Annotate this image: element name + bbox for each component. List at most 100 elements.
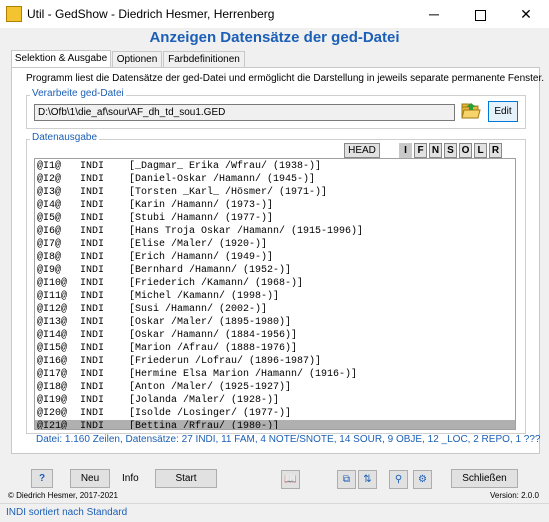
record-id: @I11@ xyxy=(37,291,68,302)
record-type: INDI xyxy=(80,356,105,367)
record-id: @I9@ xyxy=(37,265,62,276)
list-item[interactable]: @I6@ INDI [Hans Troja Oskar /Hamann/ (1915… xyxy=(35,225,515,238)
sort-az-icon[interactable]: ⇅ xyxy=(358,470,377,489)
filter-button-o[interactable]: O xyxy=(459,143,472,158)
record-id: @I20@ xyxy=(37,408,68,419)
list-item[interactable]: @I4@ INDI [Karin /Hamann/ (1973-)] xyxy=(35,199,515,212)
record-name: [Anton /Maler/ (1925-1927)] xyxy=(129,382,292,393)
close-button[interactable]: Schließen xyxy=(451,469,518,488)
record-name: [Elise /Maler/ (1920-)] xyxy=(129,239,268,250)
help-button[interactable]: ? xyxy=(31,469,53,488)
record-name: [Susi /Hamann/ (2002-)] xyxy=(129,304,268,315)
record-name: [Torsten _Karl_ /Hösmer/ (1971-)] xyxy=(129,187,328,198)
filter-button-l[interactable]: L xyxy=(474,143,487,158)
status-text: INDI sortiert nach Standard xyxy=(6,507,128,518)
list-item[interactable]: @I8@ INDI [Erich /Hamann/ (1949-)] xyxy=(35,251,515,264)
list-item[interactable]: @I3@ INDI [Torsten _Karl_ /Hösmer/ (1971-)… xyxy=(35,186,515,199)
record-name: [Michel /Kamann/ (1998-)] xyxy=(129,291,280,302)
book-icon[interactable]: 📖 xyxy=(281,470,300,489)
list-item[interactable]: @I21@ INDI [Bettina /Rfrau/ (1980-)] xyxy=(35,420,515,430)
info-label[interactable]: Info xyxy=(122,473,139,484)
record-name: [Isolde /Losinger/ (1977-)] xyxy=(129,408,292,419)
output-group-label: Datenausgabe xyxy=(30,132,100,143)
start-button[interactable]: Start xyxy=(155,469,217,488)
record-name: [Jolanda /Maler/ (1928-)] xyxy=(129,395,280,406)
list-item[interactable]: @I2@ INDI [Daniel-Oskar /Hamann/ (1945-)] xyxy=(35,173,515,186)
list-item[interactable]: @I18@ INDI [Anton /Maler/ (1925-1927)] xyxy=(35,381,515,394)
status-bar: INDI sortiert nach Standard xyxy=(0,503,549,522)
record-type: INDI xyxy=(80,278,105,289)
list-item[interactable]: @I11@ INDI [Michel /Kamann/ (1998-)] xyxy=(35,290,515,303)
tab-selektion[interactable]: Selektion & Ausgabe xyxy=(11,50,111,68)
list-item[interactable]: @I10@ INDI [Friederich /Kamann/ (1968-)] xyxy=(35,277,515,290)
title-bar: Util - GedShow - Diedrich Hesmer, Herren… xyxy=(0,0,549,28)
close-window-button[interactable]: ✕ xyxy=(503,0,549,28)
record-name: [Daniel-Oskar /Hamann/ (1945-)] xyxy=(129,174,316,185)
list-item[interactable]: @I14@ INDI [Oskar /Hamann/ (1884-1956)] xyxy=(35,329,515,342)
record-name: [Marion /Afrau/ (1888-1976)] xyxy=(129,343,298,354)
list-item[interactable]: @I1@ INDI [_Dagmar_ Erika /Wfrau/ (1938-)] xyxy=(35,160,515,173)
records-listbox[interactable]: @I1@ INDI [_Dagmar_ Erika /Wfrau/ (1938-)]… xyxy=(34,158,516,430)
record-type: INDI xyxy=(80,395,105,406)
copy-icon[interactable]: ⧉ xyxy=(337,470,356,489)
record-id: @I4@ xyxy=(37,200,62,211)
list-item[interactable]: @I12@ INDI [Susi /Hamann/ (2002-)] xyxy=(35,303,515,316)
record-type: INDI xyxy=(80,174,105,185)
filter-button-i[interactable]: I xyxy=(399,143,412,158)
tab-farbdefinitionen[interactable]: Farbdefinitionen xyxy=(163,51,245,67)
filter-button-n[interactable]: N xyxy=(429,143,442,158)
record-type: INDI xyxy=(80,265,105,276)
record-name: [Bettina /Rfrau/ (1980-)] xyxy=(129,421,280,430)
search-options-icon[interactable]: ⚙ xyxy=(413,470,432,489)
open-folder-icon[interactable] xyxy=(461,101,481,121)
new-button[interactable]: Neu xyxy=(70,469,110,488)
list-item[interactable]: @I5@ INDI [Stubi /Hamann/ (1977-)] xyxy=(35,212,515,225)
record-type: INDI xyxy=(80,317,105,328)
maximize-button[interactable] xyxy=(457,0,503,28)
version-text: Version: 2.0.0 xyxy=(490,491,539,500)
minimize-button[interactable]: ─ xyxy=(411,0,457,28)
description-text: Programm liest die Datensätze der ged-Da… xyxy=(26,73,545,84)
list-item[interactable]: @I17@ INDI [Hermine Elsa Marion /Hamann/ (… xyxy=(35,368,515,381)
list-item[interactable]: @I13@ INDI [Oskar /Maler/ (1895-1980)] xyxy=(35,316,515,329)
record-name: [Friederich /Kamann/ (1968-)] xyxy=(129,278,304,289)
list-item[interactable]: @I16@ INDI [Friederun /Lofrau/ (1896-1987)… xyxy=(35,355,515,368)
app-icon xyxy=(6,6,22,22)
record-name: [Hermine Elsa Marion /Hamann/ (1916-)] xyxy=(129,369,358,380)
record-id: @I19@ xyxy=(37,395,68,406)
record-id: @I7@ xyxy=(37,239,62,250)
record-type: INDI xyxy=(80,200,105,211)
record-name: [Karin /Hamann/ (1973-)] xyxy=(129,200,274,211)
list-item[interactable]: @I19@ INDI [Jolanda /Maler/ (1928-)] xyxy=(35,394,515,407)
record-type: INDI xyxy=(80,369,105,380)
record-type: INDI xyxy=(80,343,105,354)
record-id: @I13@ xyxy=(37,317,68,328)
record-type: INDI xyxy=(80,382,105,393)
record-type: INDI xyxy=(80,291,105,302)
file-group-label: Verarbeite ged-Datei xyxy=(30,88,126,99)
tab-optionen[interactable]: Optionen xyxy=(112,51,162,67)
filter-button-s[interactable]: S xyxy=(444,143,457,158)
list-item[interactable]: @I7@ INDI [Elise /Maler/ (1920-)] xyxy=(35,238,515,251)
list-item[interactable]: @I9@ INDI [Bernhard /Hamann/ (1952-)] xyxy=(35,264,515,277)
filter-button-f[interactable]: F xyxy=(414,143,427,158)
record-type: INDI xyxy=(80,408,105,419)
search-icon[interactable]: ⚲ xyxy=(389,470,408,489)
file-path-input[interactable]: D:\Ofb\1\die_af\sour\AF_dh_td_sou1.GED xyxy=(34,104,455,121)
list-item[interactable]: @I15@ INDI [Marion /Afrau/ (1888-1976)] xyxy=(35,342,515,355)
record-type: INDI xyxy=(80,226,105,237)
filter-button-r[interactable]: R xyxy=(489,143,502,158)
record-type: INDI xyxy=(80,187,105,198)
edit-button[interactable]: Edit xyxy=(488,101,518,122)
file-stats: Datei: 1.160 Zeilen, Datensätze: 27 INDI… xyxy=(36,434,541,445)
head-button[interactable]: HEAD xyxy=(344,143,380,158)
record-type: INDI xyxy=(80,304,105,315)
record-name: [Bernhard /Hamann/ (1952-)] xyxy=(129,265,292,276)
list-item[interactable]: @I20@ INDI [Isolde /Losinger/ (1977-)] xyxy=(35,407,515,420)
record-name: [Oskar /Maler/ (1895-1980)] xyxy=(129,317,292,328)
record-type: INDI xyxy=(80,213,105,224)
record-id: @I21@ xyxy=(37,421,68,430)
record-id: @I16@ xyxy=(37,356,68,367)
record-name: [Erich /Hamann/ (1949-)] xyxy=(129,252,274,263)
record-id: @I17@ xyxy=(37,369,68,380)
